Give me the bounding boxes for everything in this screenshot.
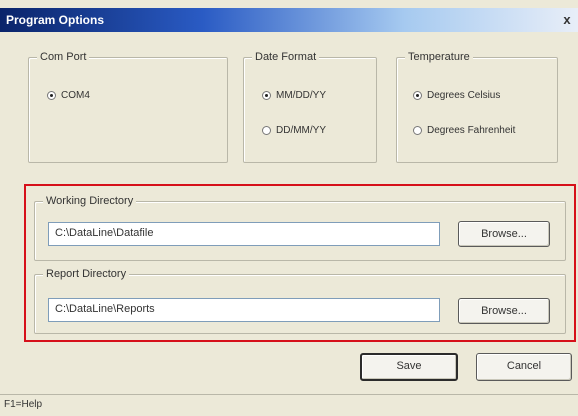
program-options-window: Program Options x Com Port COM4 Date For… xyxy=(0,0,578,416)
radio-label: Degrees Fahrenheit xyxy=(427,125,516,136)
report-directory-legend: Report Directory xyxy=(43,268,130,280)
title-bar[interactable]: Program Options x xyxy=(0,8,578,32)
temperature-legend: Temperature xyxy=(405,51,473,63)
close-icon[interactable]: x xyxy=(560,13,574,27)
save-button[interactable]: Save xyxy=(360,353,458,381)
working-directory-input[interactable]: C:\DataLine\Datafile xyxy=(48,222,440,246)
date-format-legend: Date Format xyxy=(252,51,320,63)
cancel-button[interactable]: Cancel xyxy=(476,353,572,381)
radio-label: COM4 xyxy=(61,90,90,101)
radio-button-icon[interactable] xyxy=(262,91,271,100)
status-help-text: F1=Help xyxy=(4,399,43,410)
status-bar: F1=Help xyxy=(0,394,578,416)
com-port-group: Com Port COM4 xyxy=(28,51,228,163)
radio-button-icon[interactable] xyxy=(413,126,422,135)
date-format-group: Date Format MM/DD/YY DD/MM/YY xyxy=(243,51,377,163)
radio-label: Degrees Celsius xyxy=(427,90,501,101)
radio-mm-dd-yy[interactable]: MM/DD/YY xyxy=(262,90,326,101)
radio-com4[interactable]: COM4 xyxy=(47,90,90,101)
window-title: Program Options xyxy=(6,13,105,27)
radio-button-icon[interactable] xyxy=(413,91,422,100)
radio-degrees-celsius[interactable]: Degrees Celsius xyxy=(413,90,500,101)
radio-degrees-fahrenheit[interactable]: Degrees Fahrenheit xyxy=(413,125,515,136)
radio-dd-mm-yy[interactable]: DD/MM/YY xyxy=(262,125,326,136)
com-port-legend: Com Port xyxy=(37,51,90,63)
report-directory-input[interactable]: C:\DataLine\Reports xyxy=(48,298,440,322)
radio-button-icon[interactable] xyxy=(262,126,271,135)
report-directory-browse-button[interactable]: Browse... xyxy=(458,298,550,324)
temperature-group: Temperature Degrees Celsius Degrees Fahr… xyxy=(396,51,558,163)
working-directory-legend: Working Directory xyxy=(43,195,137,207)
radio-label: MM/DD/YY xyxy=(276,90,326,101)
working-directory-browse-button[interactable]: Browse... xyxy=(458,221,550,247)
radio-label: DD/MM/YY xyxy=(276,125,326,136)
radio-button-icon[interactable] xyxy=(47,91,56,100)
